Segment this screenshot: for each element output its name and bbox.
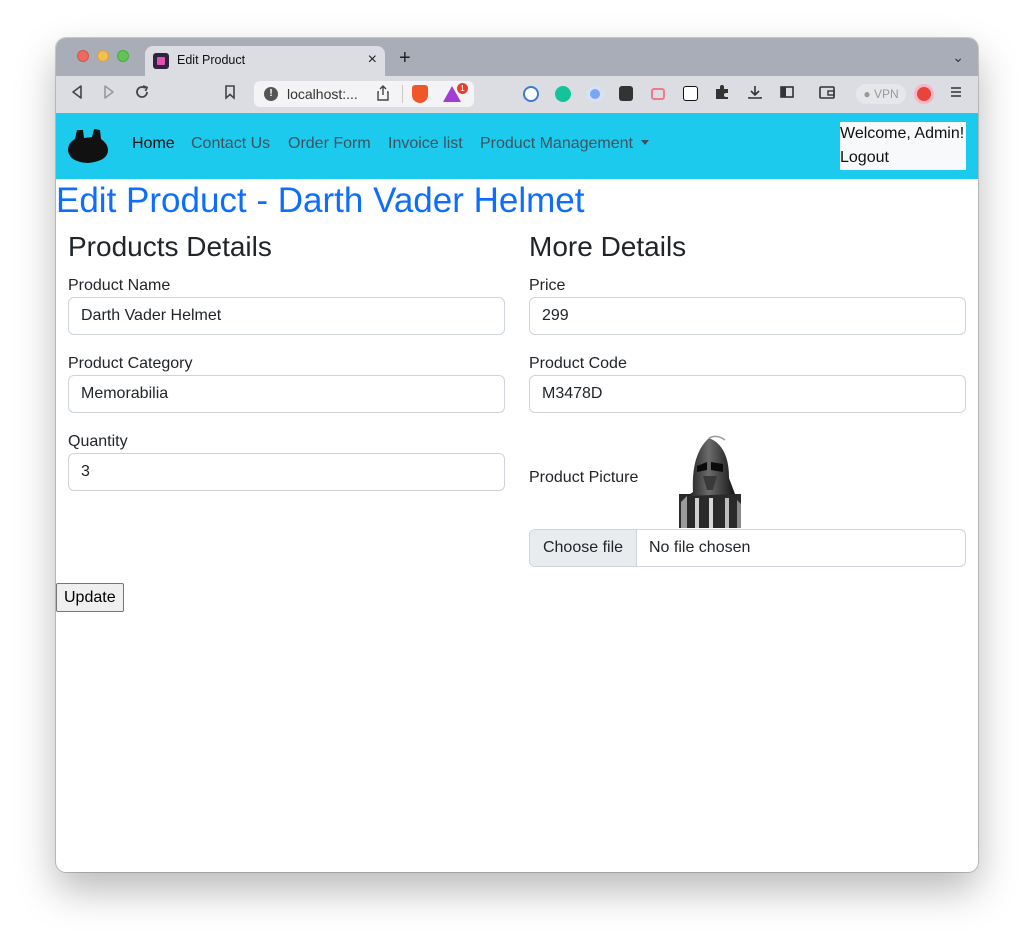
zoom-window-button[interactable]	[117, 50, 129, 62]
screen-record-icon[interactable]	[651, 88, 665, 100]
quantity-input[interactable]: 3	[68, 453, 505, 491]
update-button[interactable]: Update	[56, 583, 124, 612]
extension-circle-icon[interactable]	[587, 86, 603, 102]
user-box: Welcome, Admin! Logout	[840, 122, 966, 170]
millennium-falcon-logo-icon[interactable]	[67, 126, 109, 166]
product-category-input[interactable]: Memorabilia	[68, 375, 505, 413]
nav-product-management-dropdown[interactable]: Product Management	[480, 135, 649, 153]
address-bar[interactable]: ! localhost:... 1	[254, 81, 474, 107]
site-navbar: Home Contact Us Order Form Invoice list …	[56, 113, 978, 179]
favicon-icon	[153, 53, 169, 69]
tab-close-icon[interactable]: ×	[368, 51, 377, 69]
file-status-text: No file chosen	[649, 539, 751, 556]
reload-icon[interactable]	[134, 84, 150, 106]
tab-strip: Edit Product × + ⌄	[56, 38, 978, 76]
bookmark-icon[interactable]	[223, 84, 237, 106]
product-code-input[interactable]: M3478D	[529, 375, 966, 413]
minimize-window-button[interactable]	[97, 50, 109, 62]
product-picture-image	[679, 435, 741, 528]
grammarly-icon[interactable]	[555, 86, 571, 102]
vpn-button[interactable]: ● VPN	[856, 84, 906, 104]
price-label: Price	[529, 277, 566, 294]
price-input[interactable]: 299	[529, 297, 966, 335]
sidebar-icon[interactable]	[779, 84, 795, 106]
product-picture-file-input[interactable]: Choose file No file chosen	[529, 529, 966, 567]
page-title: Edit Product - Darth Vader Helmet	[56, 181, 585, 220]
product-picture-label: Product Picture	[529, 469, 639, 486]
more-details-heading: More Details	[529, 231, 687, 262]
browser-tab[interactable]: Edit Product ×	[145, 46, 385, 76]
notion-icon[interactable]	[683, 86, 698, 101]
extension-cube-icon[interactable]	[619, 86, 633, 101]
welcome-text: Welcome, Admin!	[840, 125, 965, 142]
extensions-puzzle-icon[interactable]	[714, 84, 730, 106]
divider	[402, 85, 403, 103]
url-text[interactable]: localhost:...	[287, 86, 358, 102]
product-name-input[interactable]: Darth Vader Helmet	[68, 297, 505, 335]
nav-product-management-label: Product Management	[480, 135, 633, 152]
dropdown-caret-icon	[640, 140, 649, 145]
product-name-label: Product Name	[68, 277, 171, 294]
tab-title: Edit Product	[177, 53, 246, 67]
share-icon[interactable]	[376, 85, 390, 104]
product-code-label: Product Code	[529, 355, 627, 372]
nav-contact-us[interactable]: Contact Us	[191, 135, 270, 153]
tab-list-chevron-icon[interactable]: ⌄	[952, 49, 964, 66]
nav-order-form[interactable]: Order Form	[288, 135, 371, 153]
wallet-icon[interactable]	[818, 84, 836, 106]
brave-shields-icon[interactable]	[412, 85, 428, 103]
menu-icon[interactable]	[949, 84, 963, 106]
close-window-button[interactable]	[77, 50, 89, 62]
browser-toolbar: ! localhost:... 1 ● VPN	[56, 76, 978, 114]
product-category-label: Product Category	[68, 355, 193, 372]
quantity-label: Quantity	[68, 433, 128, 450]
logout-link[interactable]: Logout	[840, 149, 889, 167]
forward-icon[interactable]	[102, 84, 116, 106]
choose-file-button[interactable]: Choose file	[530, 530, 637, 566]
rewards-badge: 1	[457, 83, 468, 94]
profile-swirl-icon[interactable]	[914, 84, 934, 104]
products-details-heading: Products Details	[68, 231, 272, 262]
download-icon[interactable]	[747, 84, 763, 106]
browser-window: Edit Product × + ⌄ ! localhost:... 1 ● V…	[56, 38, 978, 872]
nav-home[interactable]: Home	[132, 135, 175, 153]
new-tab-button[interactable]: +	[399, 47, 411, 70]
password-manager-icon[interactable]	[523, 86, 539, 102]
back-icon[interactable]	[70, 84, 84, 106]
nav-invoice-list[interactable]: Invoice list	[388, 135, 463, 153]
site-info-icon[interactable]: !	[264, 87, 278, 101]
